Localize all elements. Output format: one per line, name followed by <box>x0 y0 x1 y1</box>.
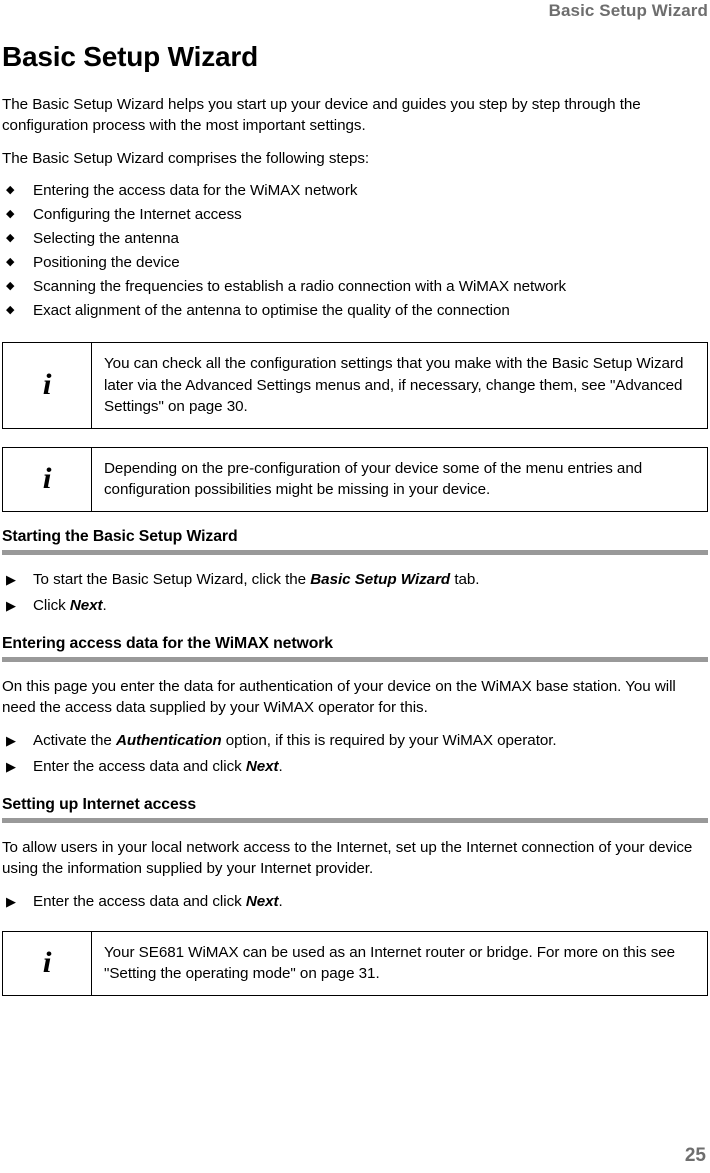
list-item-label: Entering the access data for the WiMAX n… <box>33 182 358 199</box>
entering-paragraph: On this page you enter the data for auth… <box>2 677 676 716</box>
step-text-pre: Enter the access data and click <box>33 757 246 775</box>
page-title: Basic Setup Wizard <box>2 41 258 72</box>
page-content: Basic Setup Wizard The Basic Setup Wizar… <box>2 40 708 996</box>
section-heading-entering: Entering access data for the WiMAX netwo… <box>2 634 333 652</box>
intro-paragraph-2: The Basic Setup Wizard comprises the fol… <box>2 150 370 167</box>
info-note-text: You can check all the configuration sett… <box>104 355 684 415</box>
list-item: ▶ Enter the access data and click Next. <box>2 891 708 912</box>
step-text-emphasis: Next <box>245 892 279 910</box>
list-item: ◆ Entering the access data for the WiMAX… <box>2 180 708 201</box>
info-icon-cell: i <box>2 447 92 511</box>
running-header-title: Basic Setup Wizard <box>548 1 708 20</box>
step-text-emphasis: Next <box>69 596 103 614</box>
step-text-emphasis: Authentication <box>115 731 222 749</box>
page-number: 25 <box>684 1145 706 1166</box>
step-text-post: option, if this is required by your WiMA… <box>221 731 557 749</box>
info-note-box-3: i Your SE681 WiMAX can be used as an Int… <box>2 930 708 996</box>
list-item: ▶ Activate the Authentication option, if… <box>2 730 708 751</box>
internet-steps-list: ▶ Enter the access data and click Next. <box>2 891 708 912</box>
step-text-post: . <box>278 892 283 910</box>
internet-paragraph: To allow users in your local network acc… <box>2 838 693 877</box>
list-item-label: Positioning the device <box>33 254 180 271</box>
diamond-bullet-icon: ◆ <box>6 208 15 220</box>
info-icon: i <box>42 946 52 979</box>
step-text-pre: Click <box>33 596 70 614</box>
list-item: ◆ Configuring the Internet access <box>2 204 708 225</box>
info-note-box-2: i Depending on the pre-configuration of … <box>2 446 708 512</box>
triangle-bullet-icon: ▶ <box>6 758 16 774</box>
list-item-label: Selecting the antenna <box>33 230 179 247</box>
info-icon-cell: i <box>2 931 92 995</box>
list-item: ▶ Enter the access data and click Next. <box>2 756 708 777</box>
list-item: ◆ Exact alignment of the antenna to opti… <box>2 300 708 321</box>
list-item-label: Configuring the Internet access <box>33 206 242 223</box>
list-item: ◆ Scanning the frequencies to establish … <box>2 276 708 297</box>
list-item: ▶ Click Next. <box>2 595 708 616</box>
heading-rule <box>2 656 708 662</box>
diamond-bullet-icon: ◆ <box>6 232 15 244</box>
triangle-bullet-icon: ▶ <box>6 571 16 587</box>
triangle-bullet-icon: ▶ <box>6 893 16 909</box>
triangle-bullet-icon: ▶ <box>6 732 16 748</box>
diamond-bullet-icon: ◆ <box>6 280 15 292</box>
step-text-post: tab. <box>450 570 480 588</box>
list-item: ◆ Selecting the antenna <box>2 228 708 249</box>
section-heading-internet: Setting up Internet access <box>2 795 197 813</box>
info-icon: i <box>42 368 52 402</box>
info-note-box-1: i You can check all the configuration se… <box>2 342 708 429</box>
diamond-bullet-icon: ◆ <box>6 304 15 316</box>
step-text-pre: Activate the <box>33 731 116 749</box>
info-icon-cell: i <box>2 342 92 428</box>
diamond-bullet-icon: ◆ <box>6 184 15 196</box>
list-item-label: Scanning the frequencies to establish a … <box>33 278 567 295</box>
info-note-text: Your SE681 WiMAX can be used as an Inter… <box>104 943 676 983</box>
heading-rule <box>2 817 708 823</box>
diamond-bullet-icon: ◆ <box>6 256 15 268</box>
section-heading-starting: Starting the Basic Setup Wizard <box>2 527 238 545</box>
wizard-steps-list: ◆ Entering the access data for the WiMAX… <box>2 180 708 321</box>
list-item: ▶ To start the Basic Setup Wizard, click… <box>2 569 708 590</box>
step-text-emphasis: Basic Setup Wizard <box>310 570 451 588</box>
step-text-post: . <box>102 596 107 614</box>
list-item: ◆ Positioning the device <box>2 252 708 273</box>
starting-steps-list: ▶ To start the Basic Setup Wizard, click… <box>2 569 708 616</box>
intro-paragraph-1: The Basic Setup Wizard helps you start u… <box>2 96 641 134</box>
heading-rule <box>2 549 708 555</box>
step-text-pre: Enter the access data and click <box>33 892 246 910</box>
document-page: Basic Setup Wizard Basic Setup Wizard Th… <box>0 0 710 1173</box>
list-item-label: Exact alignment of the antenna to optimi… <box>33 302 510 319</box>
step-text-post: . <box>278 757 283 775</box>
triangle-bullet-icon: ▶ <box>6 597 16 613</box>
info-icon: i <box>42 462 52 495</box>
info-note-text: Depending on the pre-configuration of yo… <box>104 459 643 499</box>
entering-steps-list: ▶ Activate the Authentication option, if… <box>2 730 708 777</box>
step-text-emphasis: Next <box>245 757 279 775</box>
step-text-pre: To start the Basic Setup Wizard, click t… <box>33 570 311 588</box>
